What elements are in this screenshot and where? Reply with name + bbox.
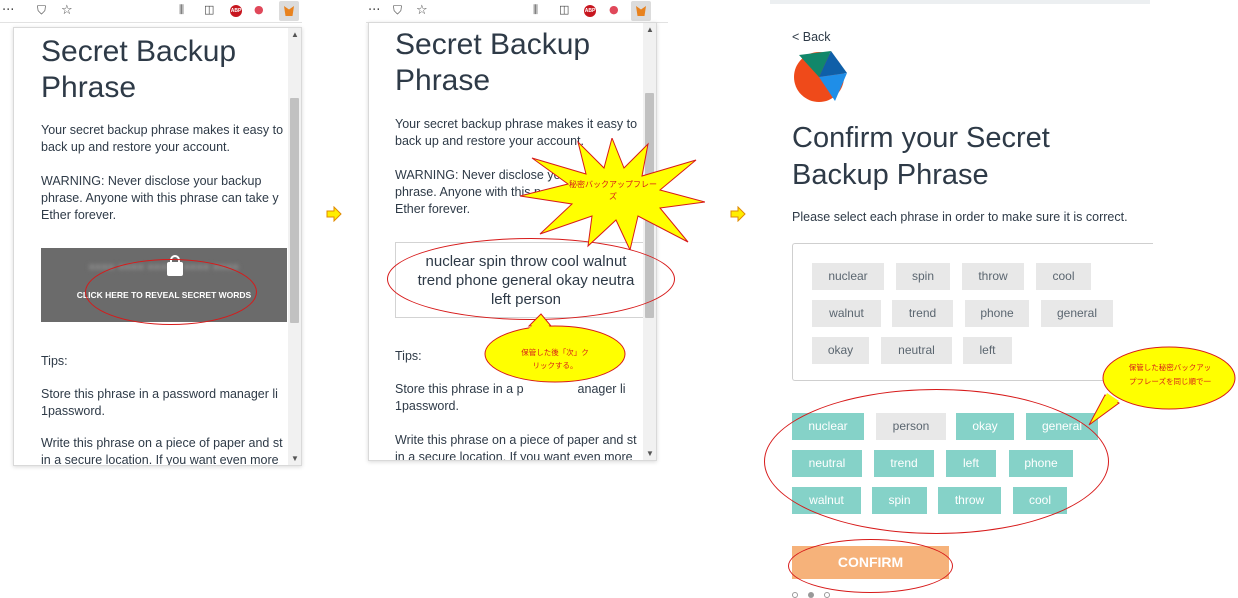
scroll-up-icon[interactable]: ▲ <box>291 30 299 39</box>
text-line: 保管した後「次」ク <box>521 348 589 357</box>
shield-icon[interactable]: ● <box>609 3 619 16</box>
tip-1: Store this phrase in a password manager … <box>41 386 278 420</box>
text-line: 1password. <box>395 399 459 413</box>
page-title: Secret Backup Phrase <box>41 34 236 106</box>
annotation-ellipse <box>387 238 675 320</box>
text-line: Ether forever. <box>41 208 117 222</box>
selected-word[interactable]: left <box>963 337 1012 364</box>
title-line: Secret Backup <box>395 28 591 61</box>
selected-word[interactable]: throw <box>962 263 1024 290</box>
scroll-down-icon[interactable]: ▼ <box>646 449 654 458</box>
step-dot <box>808 592 814 598</box>
metamask-popup: Secret Backup Phrase Your secret backup … <box>13 27 302 466</box>
browser-toolbar: ··· ⛉ ☆ ⫼ ◫ ABP ● <box>366 0 668 23</box>
text-line: Write this phrase on a piece of paper an… <box>41 436 283 450</box>
tip-2: Write this phrase on a piece of paper an… <box>395 432 637 461</box>
selected-word[interactable]: general <box>1041 300 1113 327</box>
more-icon[interactable]: ··· <box>368 3 380 18</box>
arrow-right-icon <box>326 206 342 222</box>
text-line: 保管した秘密バックアッ <box>1128 363 1212 372</box>
annotation-ellipse <box>764 389 1109 534</box>
text-line: リックする。 <box>532 361 578 370</box>
arrow-right-icon <box>730 206 746 222</box>
scroll-down-icon[interactable]: ▼ <box>291 454 299 463</box>
title-line: Phrase <box>395 64 491 97</box>
metamask-fox-icon[interactable] <box>279 1 299 21</box>
text-line: プフレーズを同じ順で一 <box>1128 377 1212 386</box>
selected-word[interactable]: walnut <box>812 300 881 327</box>
selected-word[interactable]: spin <box>896 263 950 290</box>
tips-heading: Tips: <box>395 349 422 363</box>
adblock-icon[interactable]: ABP <box>230 5 242 17</box>
bookmark-star-icon[interactable]: ☆ <box>61 3 73 18</box>
text-line: WARNING: Never disclose your backup <box>41 174 262 188</box>
intro-text: Your secret backup phrase makes it easy … <box>41 122 283 156</box>
title-line: Backup Phrase <box>792 159 989 191</box>
library-icon[interactable]: ⫼ <box>533 3 538 17</box>
callout-note: 保管した秘密バックアッ プフレーズを同じ順で一 <box>1103 361 1237 389</box>
scroll-up-icon[interactable]: ▲ <box>646 25 654 34</box>
text-line: Your secret backup phrase makes it easy … <box>41 123 284 137</box>
browser-toolbar: ··· ⛉ ☆ ⫼ ◫ ABP ● <box>0 0 302 23</box>
bookmark-star-icon[interactable]: ☆ <box>416 3 428 18</box>
scrollbar-thumb[interactable] <box>290 98 299 323</box>
selected-word[interactable]: trend <box>892 300 953 327</box>
annotation-ellipse <box>85 259 257 325</box>
warning-text: WARNING: Never disclose your backup phra… <box>41 173 279 224</box>
instruction-text: Please select each phrase in order to ma… <box>792 210 1128 224</box>
tip-2: Write this phrase on a piece of paper an… <box>41 435 283 466</box>
metamask-fox-icon[interactable] <box>631 1 651 21</box>
pocket-icon[interactable]: ⛉ <box>393 3 402 18</box>
page-title: Confirm your Secret Backup Phrase <box>792 120 1050 194</box>
text-line: back up and restore your account. <box>41 140 231 154</box>
back-link[interactable]: < Back <box>792 30 831 44</box>
shield-icon[interactable]: ● <box>254 3 264 16</box>
selected-word[interactable]: cool <box>1036 263 1091 290</box>
text-line: Your secret backup phrase makes it easy … <box>395 117 638 131</box>
selected-word[interactable]: nuclear <box>812 263 884 290</box>
library-icon[interactable]: ⫼ <box>179 3 184 17</box>
more-icon[interactable]: ··· <box>2 3 14 18</box>
sidebar-icon[interactable]: ◫ <box>559 3 569 16</box>
selected-word[interactable]: neutral <box>881 337 952 364</box>
tip-1: Store this phrase in a p anager li 1passw… <box>395 381 626 415</box>
starburst-note: 秘密バックアップフレーズ <box>569 180 657 201</box>
page-title: Secret Backup Phrase <box>395 27 590 99</box>
sidebar-icon[interactable]: ◫ <box>204 3 214 16</box>
title-line: Phrase <box>41 71 137 104</box>
step-dot <box>824 592 830 598</box>
selected-word[interactable]: phone <box>965 300 1029 327</box>
text-line: in a secure location. If you want even m… <box>41 453 279 466</box>
scrollbar[interactable]: ▲ ▼ <box>288 28 301 465</box>
text-line: phrase. Anyone with this phrase can take… <box>41 191 279 205</box>
title-line: Secret Backup <box>41 35 237 68</box>
text-line: 1password. <box>41 404 105 418</box>
account-identicon <box>794 51 847 102</box>
step-dot <box>792 592 798 598</box>
tips-heading: Tips: <box>41 354 68 368</box>
title-line: Confirm your Secret <box>792 122 1050 154</box>
annotation-ellipse <box>788 539 953 593</box>
text-line: Store this phrase in a password manager … <box>41 387 278 401</box>
pocket-icon[interactable]: ⛉ <box>37 3 46 18</box>
adblock-icon[interactable]: ABP <box>584 5 596 17</box>
text-line: Write this phrase on a piece of paper an… <box>395 433 637 447</box>
callout-note: 保管した後「次」ク リックする。 <box>497 346 613 372</box>
text-line: in a secure location. If you want even m… <box>395 450 633 461</box>
selected-word[interactable]: okay <box>812 337 869 364</box>
top-bar <box>770 0 1150 4</box>
